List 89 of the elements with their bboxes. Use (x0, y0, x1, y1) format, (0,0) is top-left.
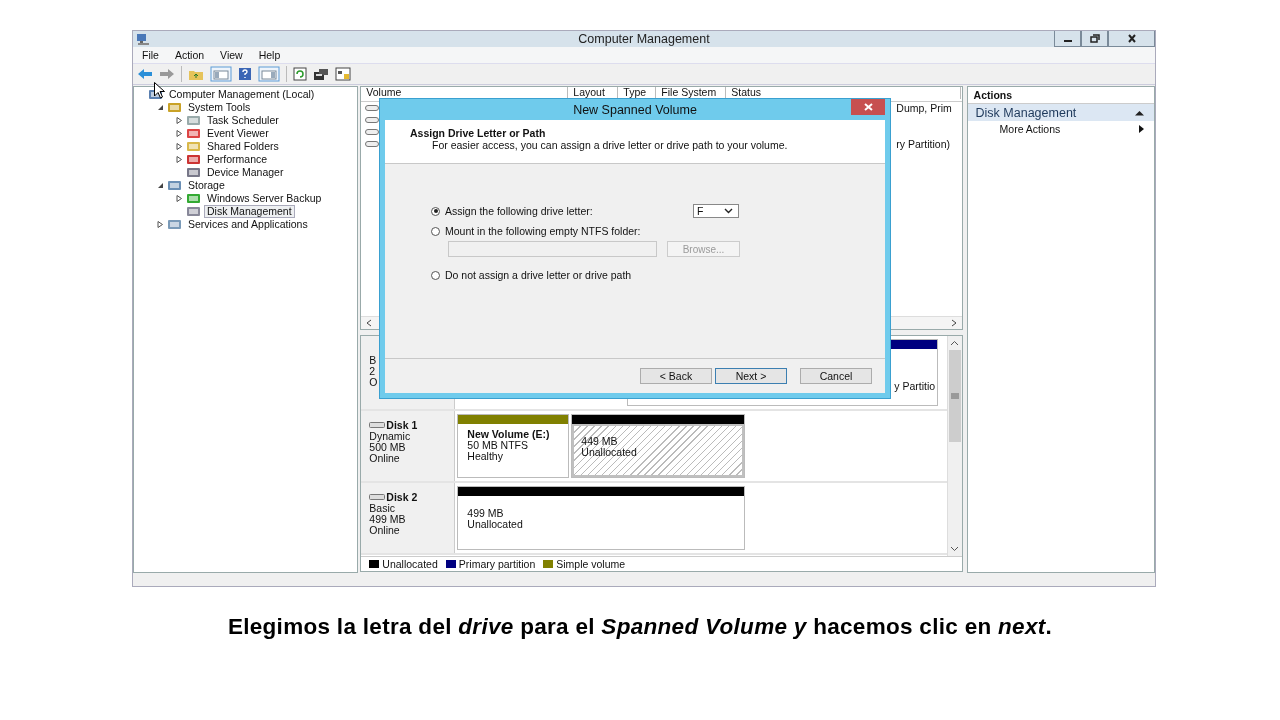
expand-icon[interactable] (176, 156, 183, 163)
partition-info: y Partitio (894, 381, 936, 392)
disk-info: 500 MB (369, 442, 406, 453)
disk-info: Basic (369, 503, 397, 514)
tree-item[interactable]: Shared Folders (204, 140, 282, 153)
slide-caption: Elegimos la letra del drive para el Spanned Volume y hacemos clic en next. (226, 614, 1054, 640)
dialog-button[interactable]: < Back (640, 368, 712, 384)
close-icon (1126, 34, 1137, 43)
menu-item[interactable]: Help (258, 49, 281, 61)
disk-info: B (369, 355, 378, 366)
dialog-button[interactable]: Cancel (800, 368, 872, 384)
chevron-down-icon (724, 208, 733, 214)
partition-info: 449 MB (581, 436, 619, 447)
radio-button[interactable] (431, 206, 440, 216)
partition[interactable]: 449 MB Unallocated (571, 414, 746, 478)
tree-item[interactable]: Task Scheduler (204, 114, 282, 127)
disk-name: Disk 2 (386, 491, 418, 503)
tree-item[interactable]: Device Manager (204, 166, 287, 179)
legend-label: Unallocated (382, 558, 438, 570)
option-label[interactable]: Do not assign a drive letter or drive path (445, 269, 688, 281)
tree-item[interactable]: Disk Management (204, 205, 295, 218)
tree-item[interactable]: Performance (204, 153, 271, 166)
disk-info: 2 (369, 366, 377, 377)
window-title: Computer Management (578, 32, 710, 46)
disk-info: Online (369, 453, 401, 464)
properties-icon[interactable] (313, 67, 329, 81)
disk-info: Online (369, 525, 401, 536)
disk-info: Dynamic (369, 431, 412, 442)
table-cell: Dump, Prim (896, 102, 952, 114)
disk-name: Disk 1 (386, 419, 418, 431)
option-label[interactable]: Assign the following drive letter: (445, 205, 688, 217)
drive-letter-dropdown[interactable]: F (693, 204, 739, 218)
scroll-up-icon[interactable] (950, 340, 960, 346)
menu-item[interactable]: File (142, 49, 159, 61)
dialog-subheading: For easier access, you can assign a drive letter or drive path to your volume. (432, 139, 789, 151)
submenu-arrow-icon (1139, 125, 1144, 133)
partition-info: 50 MB NTFS (467, 440, 530, 451)
partition-info: Unallocated (581, 447, 638, 458)
expand-icon[interactable] (176, 117, 183, 124)
scrollbar-thumb[interactable] (948, 350, 961, 442)
partition-info: 499 MB (467, 508, 505, 519)
close-button[interactable] (1108, 31, 1155, 47)
legend-label: Simple volume (556, 558, 626, 570)
disk-info: 499 MB (369, 514, 407, 525)
drive-icon (365, 104, 380, 112)
partition-info: Healthy (467, 451, 504, 462)
scroll-down-icon[interactable] (950, 546, 960, 552)
action-item[interactable]: More Actions (967, 121, 1154, 135)
expand-icon[interactable] (176, 143, 183, 150)
refresh-icon[interactable] (293, 67, 307, 81)
help-icon[interactable] (238, 67, 252, 81)
drive-icon (365, 128, 380, 136)
scroll-left-icon[interactable] (365, 319, 374, 327)
partition-title: New Volume (E:) (467, 428, 551, 440)
partition[interactable]: 499 MB Unallocated (457, 486, 746, 550)
dialog-heading: Assign Drive Letter or Path (410, 127, 547, 139)
legend-label: Primary partition (458, 558, 536, 570)
computer-icon (136, 33, 150, 45)
minimize-button[interactable] (1054, 31, 1081, 47)
expand-icon[interactable] (157, 221, 164, 228)
collapse-icon[interactable] (157, 182, 164, 189)
tree-item[interactable]: Event Viewer (204, 127, 272, 140)
close-icon (863, 103, 873, 111)
tree-item[interactable]: System Tools (185, 101, 254, 114)
expand-icon[interactable] (176, 195, 183, 202)
menu-item[interactable]: View (220, 49, 243, 61)
tree-item[interactable]: Storage (185, 179, 228, 192)
dialog-button[interactable]: Next > (715, 368, 787, 384)
menu-item[interactable]: Action (174, 49, 205, 61)
tree-item[interactable]: Computer Management (Local) (166, 88, 318, 101)
scroll-right-icon[interactable] (949, 319, 958, 327)
back-icon[interactable] (137, 68, 153, 80)
radio-button[interactable] (431, 270, 440, 280)
tree-item[interactable]: Services and Applications (185, 218, 311, 231)
tree-item[interactable]: Windows Server Backup (204, 192, 325, 205)
collapse-icon[interactable] (1135, 110, 1144, 116)
actions-section[interactable]: Disk Management (967, 104, 1154, 121)
collapse-icon[interactable] (157, 104, 164, 111)
dialog-title: New Spanned Volume (573, 102, 697, 117)
toolbar-icon[interactable] (335, 67, 351, 81)
restore-icon (1089, 34, 1100, 43)
expand-icon[interactable] (176, 130, 183, 137)
drive-icon (365, 116, 380, 124)
disk-info: O (369, 377, 379, 388)
table-cell: ry Partition) (896, 138, 951, 150)
partition[interactable]: New Volume (E:) 50 MB NTFS Healthy (457, 414, 570, 478)
restore-button[interactable] (1081, 31, 1108, 47)
drive-icon (365, 140, 380, 148)
partition-info: Unallocated (467, 519, 524, 530)
